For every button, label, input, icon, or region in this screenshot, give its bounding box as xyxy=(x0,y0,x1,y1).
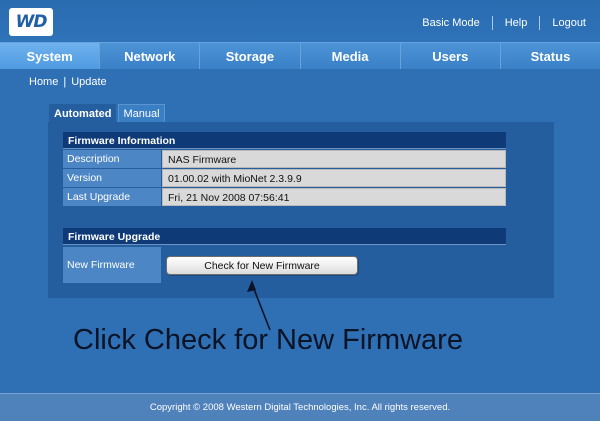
tab-status[interactable]: Status xyxy=(500,43,600,69)
breadcrumb-home[interactable]: Home xyxy=(29,76,58,88)
version-label: Version xyxy=(63,169,161,187)
tab-network[interactable]: Network xyxy=(100,43,201,69)
update-subtabs: Automated Manual xyxy=(49,104,165,124)
last-upgrade-value: Fri, 21 Nov 2008 07:56:41 xyxy=(162,188,506,206)
new-firmware-row: New Firmware Check for New Firmware xyxy=(63,247,506,283)
help-link[interactable]: Help xyxy=(505,17,528,29)
new-firmware-label: New Firmware xyxy=(63,247,161,283)
footer: Copyright © 2008 Western Digital Technol… xyxy=(0,393,600,421)
tab-media[interactable]: Media xyxy=(300,43,401,69)
main-nav: System Network Storage Media Users Statu… xyxy=(0,42,600,69)
tab-users[interactable]: Users xyxy=(400,43,501,69)
last-upgrade-row: Last Upgrade Fri, 21 Nov 2008 07:56:41 xyxy=(63,188,506,206)
version-row: Version 01.00.02 with MioNet 2.3.9.9 xyxy=(63,169,506,187)
description-row: Description NAS Firmware xyxy=(63,150,506,168)
logo-text: WD xyxy=(15,12,48,32)
version-value: 01.00.02 with MioNet 2.3.9.9 xyxy=(162,169,506,187)
tab-automated[interactable]: Automated xyxy=(49,104,117,124)
tab-system[interactable]: System xyxy=(0,43,101,69)
firmware-upgrade-header: Firmware Upgrade xyxy=(63,228,506,245)
link-divider xyxy=(539,16,541,30)
copyright-text: Copyright © 2008 Western Digital Technol… xyxy=(149,402,451,413)
tab-storage[interactable]: Storage xyxy=(200,43,301,69)
header-links: Basic Mode Help Logout xyxy=(422,16,586,30)
breadcrumb: Home | Update xyxy=(29,76,107,88)
top-header: WD Basic Mode Help Logout xyxy=(0,0,600,42)
logout-link[interactable]: Logout xyxy=(552,17,586,29)
description-label: Description xyxy=(63,150,161,168)
firmware-info-header: Firmware Information xyxy=(63,132,506,149)
breadcrumb-separator: | xyxy=(63,76,67,88)
tab-manual[interactable]: Manual xyxy=(118,104,165,124)
description-value: NAS Firmware xyxy=(162,150,506,168)
basic-mode-link[interactable]: Basic Mode xyxy=(422,17,479,29)
wd-logo[interactable]: WD xyxy=(9,8,53,36)
annotation-text: Click Check for New Firmware xyxy=(73,324,463,356)
last-upgrade-label: Last Upgrade xyxy=(63,188,161,206)
link-divider xyxy=(491,16,493,30)
check-new-firmware-button[interactable]: Check for New Firmware xyxy=(166,256,358,275)
firmware-panel: Firmware Information Description NAS Fir… xyxy=(48,122,554,298)
breadcrumb-update[interactable]: Update xyxy=(71,76,106,88)
